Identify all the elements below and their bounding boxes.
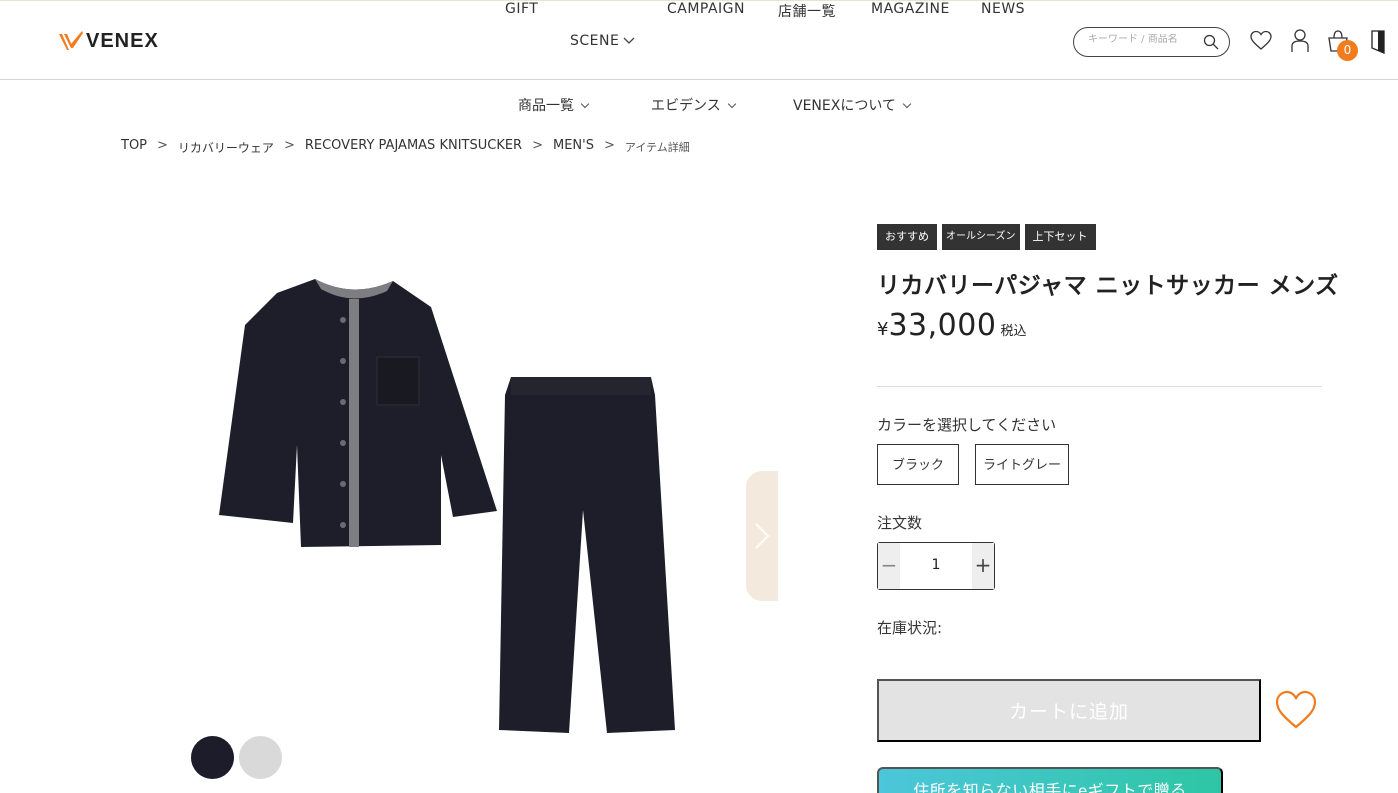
quantity-decrement-button[interactable]: − — [878, 543, 900, 589]
nav-scene[interactable]: SCENE — [570, 33, 635, 49]
favorite-heart-icon[interactable] — [1275, 689, 1317, 731]
price-symbol: ¥ — [877, 319, 889, 340]
venex-logo[interactable]: VENEX — [58, 27, 159, 55]
carousel-next-button[interactable] — [746, 471, 778, 601]
color-option-black[interactable]: ブラック — [877, 444, 959, 485]
cart-count-badge: 0 — [1337, 40, 1358, 61]
subnav-products-label: 商品一覧 — [518, 98, 574, 114]
price-value: 33,000 — [888, 308, 997, 343]
egift-button[interactable]: 住所を知らない相手にeギフトで贈る — [877, 767, 1223, 793]
color-option-lightgray[interactable]: ライトグレー — [975, 444, 1069, 485]
nav-news[interactable]: NEWS — [981, 1, 1025, 17]
product-price: ¥ 33,000 税込 — [877, 308, 1026, 343]
chevron-right-icon — [755, 523, 770, 549]
nav-gift[interactable]: GIFT — [505, 1, 538, 17]
search-input[interactable] — [1088, 34, 1198, 45]
heart-icon[interactable] — [1250, 30, 1272, 52]
subnav-evidence-label: エビデンス — [651, 98, 721, 114]
search-box — [1073, 27, 1230, 57]
product-image — [219, 279, 675, 733]
tag-set: 上下セット — [1024, 224, 1096, 250]
breadcrumb-top[interactable]: TOP — [121, 138, 147, 156]
breadcrumb-pajamas[interactable]: RECOVERY PAJAMAS KNITSUCKER — [305, 138, 522, 156]
quantity-value[interactable]: 1 — [900, 557, 972, 573]
nav-campaign[interactable]: CAMPAIGN — [667, 1, 745, 17]
breadcrumb-separator: > — [283, 138, 295, 153]
search-icon[interactable] — [1203, 34, 1219, 50]
quantity-stepper: − 1 + — [877, 542, 995, 590]
breadcrumb-mens[interactable]: MEN'S — [553, 138, 594, 156]
breadcrumb-recoverywear[interactable]: リカバリーウェア — [178, 138, 274, 156]
user-icon[interactable] — [1290, 28, 1310, 54]
nav-stores[interactable]: 店舗一覧 — [778, 1, 836, 21]
breadcrumb-separator: > — [157, 138, 168, 153]
tag-all-season: オールシーズン — [942, 224, 1020, 250]
color-swatch-lightgray[interactable] — [239, 736, 282, 779]
logo-text: VENEX — [86, 29, 159, 52]
price-tax-label: 税込 — [1000, 324, 1027, 339]
product-title: リカバリーパジャマ ニットサッカー メンズ — [877, 273, 1339, 299]
stock-status-label: 在庫状況: — [877, 619, 943, 637]
breadcrumb-current: アイテム詳細 — [624, 141, 690, 154]
quantity-increment-button[interactable]: + — [972, 543, 994, 589]
breadcrumb-separator: > — [603, 138, 615, 153]
color-swatch-black[interactable] — [191, 736, 234, 779]
nav-magazine[interactable]: MAGAZINE — [871, 1, 950, 17]
venex-logo-mark-icon — [59, 31, 83, 50]
nav-scene-label: SCENE — [570, 33, 620, 49]
add-to-cart-button[interactable]: カートに追加 — [877, 679, 1261, 742]
site-header: VENEX GIFT SCENE CAMPAIGN 店舗一覧 MAGAZINE … — [0, 0, 1398, 80]
chevron-down-icon — [623, 37, 635, 44]
color-select-label: カラーを選択してください — [877, 416, 1057, 434]
subnav-products[interactable]: 商品一覧 — [518, 95, 590, 115]
product-tags: おすすめ オールシーズン 上下セット — [877, 224, 1096, 250]
tag-recommended: おすすめ — [877, 224, 937, 250]
chevron-down-icon — [902, 99, 912, 109]
chevron-down-icon — [727, 99, 736, 109]
subnav-about[interactable]: VENEXについて — [793, 95, 912, 115]
subnav-about-label: VENEXについて — [793, 98, 896, 114]
chevron-down-icon — [580, 99, 590, 109]
divider — [877, 386, 1322, 387]
bookmark-icon[interactable] — [1371, 30, 1385, 54]
subnav-evidence[interactable]: エビデンス — [651, 95, 736, 115]
breadcrumb: TOP > リカバリーウェア > RECOVERY PAJAMAS KNITSU… — [121, 138, 700, 156]
quantity-label: 注文数 — [877, 514, 923, 532]
breadcrumb-separator: > — [532, 138, 543, 153]
